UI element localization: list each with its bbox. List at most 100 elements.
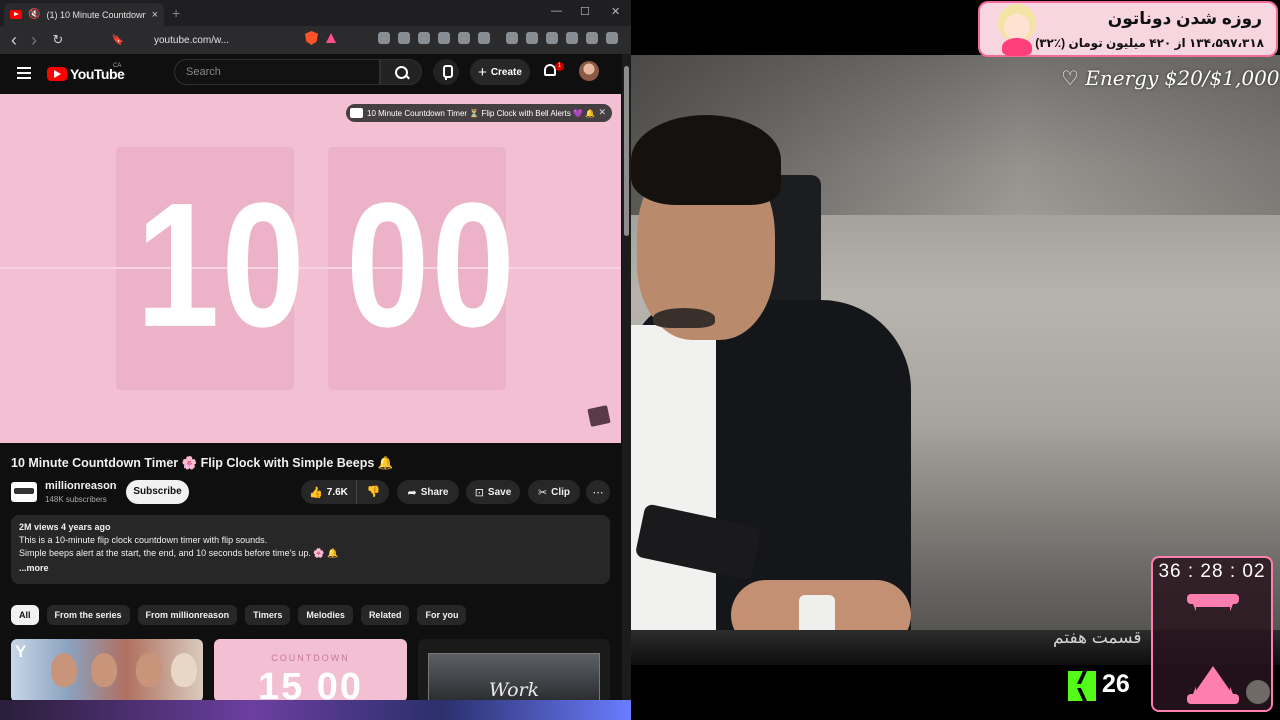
puzzle-icon[interactable] [458, 32, 470, 44]
description-box[interactable]: 2M views 4 years ago This is a 10-minute… [11, 515, 610, 584]
hourglass-icon [1183, 594, 1243, 704]
chip-all[interactable]: All [11, 605, 39, 625]
thumbs-up-icon: 👍 [309, 486, 323, 499]
video-player[interactable]: 10 00 10 Minute Countdown Timer ⏳ Flip C… [0, 94, 621, 443]
menu-icon[interactable] [606, 32, 618, 44]
views-and-date: 2M views 4 years ago [19, 522, 111, 532]
media-icon[interactable] [506, 32, 518, 44]
tab-mute-icon[interactable]: 🔇 [28, 9, 40, 20]
video-chip-text: 10 Minute Countdown Timer ⏳ Flip Clock w… [367, 108, 596, 118]
close-icon[interactable]: ✕ [598, 107, 606, 118]
recommended-video-thumbnail[interactable]: Work [418, 639, 610, 702]
subscribe-button[interactable]: Subscribe [126, 480, 189, 504]
sidebar-icon[interactable] [526, 32, 538, 44]
share-button[interactable]: ➦ Share [397, 480, 459, 504]
channel-name[interactable]: millionreason [45, 480, 117, 492]
browser-tab[interactable]: 🔇 (1) 10 Minute Countdown Tim × [4, 3, 164, 26]
man-mustache [653, 308, 715, 328]
create-label: Create [490, 66, 522, 78]
timer-seconds: 00 [346, 165, 517, 364]
maximize-button[interactable]: ☐ [580, 5, 590, 18]
extension-icons [378, 32, 618, 44]
extension-icon[interactable] [438, 32, 450, 44]
vpn-icon[interactable] [586, 32, 598, 44]
share-label: Share [420, 486, 449, 498]
chip-from-channel[interactable]: From millionreason [137, 605, 238, 625]
scrollbar-thumb[interactable] [624, 66, 629, 236]
desktop-strip [0, 700, 631, 720]
url-text: youtube.com/w... [154, 34, 230, 46]
chip-melodies[interactable]: Melodies [298, 605, 353, 625]
channel-avatar[interactable] [11, 482, 37, 502]
donation-title: روزه شدن دوناتون [1107, 9, 1262, 28]
plus-icon: + [478, 63, 487, 81]
close-window-button[interactable]: ✕ [611, 5, 620, 18]
chip-timers[interactable]: Timers [245, 605, 291, 625]
hourglass-top [1187, 594, 1239, 604]
microphone-icon[interactable] [433, 59, 459, 85]
back-button[interactable]: ‹ [4, 30, 24, 51]
share-icon: ➦ [407, 486, 417, 499]
clip-label: Clip [551, 486, 571, 498]
like-dislike-group: 👍 7.6K 👎 [301, 480, 389, 504]
recommended-video-thumbnail[interactable]: Y [11, 639, 203, 702]
forward-button[interactable]: › [24, 30, 44, 51]
user-avatar[interactable] [579, 61, 599, 81]
more-actions-button[interactable]: ⋯ [586, 480, 610, 504]
youtube-favicon-icon [10, 10, 22, 19]
show-more-link[interactable]: ...more [19, 563, 602, 573]
recommended-video-thumbnail[interactable]: COUNTDOWN 15 00 [214, 639, 407, 702]
flip-divider [0, 267, 621, 269]
more-horizontal-icon: ⋯ [592, 486, 604, 499]
minimize-button[interactable]: — [551, 5, 562, 17]
page-scrollbar[interactable] [622, 54, 631, 720]
hamburger-menu-icon[interactable] [17, 67, 31, 79]
new-tab-button[interactable]: + [172, 5, 180, 21]
brave-rewards-icon[interactable] [326, 33, 336, 43]
extension-icon[interactable] [378, 32, 390, 44]
donation-goal-widget: 500 روزه شدن دوناتون ۱۳۴،۵۹۷،۳۱۸ از ۴۲۰ … [978, 1, 1278, 57]
thumbnail-person [51, 653, 77, 687]
heart-icon [1002, 38, 1032, 56]
like-count: 7.6K [326, 486, 348, 498]
video-info-chip[interactable]: 10 Minute Countdown Timer ⏳ Flip Clock w… [346, 104, 612, 122]
man-shirt [631, 325, 716, 655]
channel-watermark[interactable] [587, 405, 611, 427]
episode-caption: قسمت هفتم [1053, 628, 1142, 647]
bookmark-icon[interactable]: 🔖 [108, 35, 128, 46]
leo-ai-icon[interactable] [566, 32, 578, 44]
chip-from-the-series[interactable]: From the series [46, 605, 130, 625]
subscriber-count: 148K subscribers [45, 495, 107, 504]
thumbs-down-icon: 👎 [366, 486, 381, 498]
scissors-icon: ✂ [537, 486, 548, 499]
timer-minutes: 10 [136, 165, 307, 364]
streamer-avatar [1246, 680, 1270, 704]
tab-close-icon[interactable]: × [152, 9, 158, 21]
extension-icon[interactable] [398, 32, 410, 44]
like-button[interactable]: 👍 7.6K [301, 480, 357, 504]
thumbnail-badge: Y [15, 642, 27, 661]
dislike-button[interactable]: 👎 [358, 480, 389, 504]
stream-view: 500 روزه شدن دوناتون ۱۳۴،۵۹۷،۳۱۸ از ۴۲۰ … [631, 0, 1280, 720]
wallet-icon[interactable] [546, 32, 558, 44]
reload-button[interactable]: ↻ [48, 32, 68, 48]
thumbnail-person [136, 653, 162, 687]
save-button[interactable]: ⊡ Save [466, 480, 520, 504]
bookmark-save-icon: ⊡ [474, 486, 484, 499]
man-hair [631, 115, 781, 205]
viewer-count: 26 [1102, 670, 1130, 698]
chip-related[interactable]: Related [360, 605, 410, 625]
filter-chips: All From the series From millionreason T… [11, 605, 467, 625]
clip-button[interactable]: ✂ Clip [528, 480, 580, 504]
description-line: Simple beeps alert at the start, the end… [19, 548, 339, 558]
extension-icon[interactable] [478, 32, 490, 44]
search-input[interactable] [174, 59, 380, 85]
chip-for-you[interactable]: For you [417, 605, 467, 625]
search-icon[interactable] [380, 59, 422, 85]
extension-icon[interactable] [418, 32, 430, 44]
create-button[interactable]: + Create [470, 59, 530, 85]
save-label: Save [487, 486, 512, 498]
youtube-header: YouTube CA + Create [0, 54, 622, 94]
thumbnail-number: 15 00 [257, 666, 364, 702]
screen: 🔇 (1) 10 Minute Countdown Tim × + — ☐ ✕ … [0, 0, 1280, 720]
